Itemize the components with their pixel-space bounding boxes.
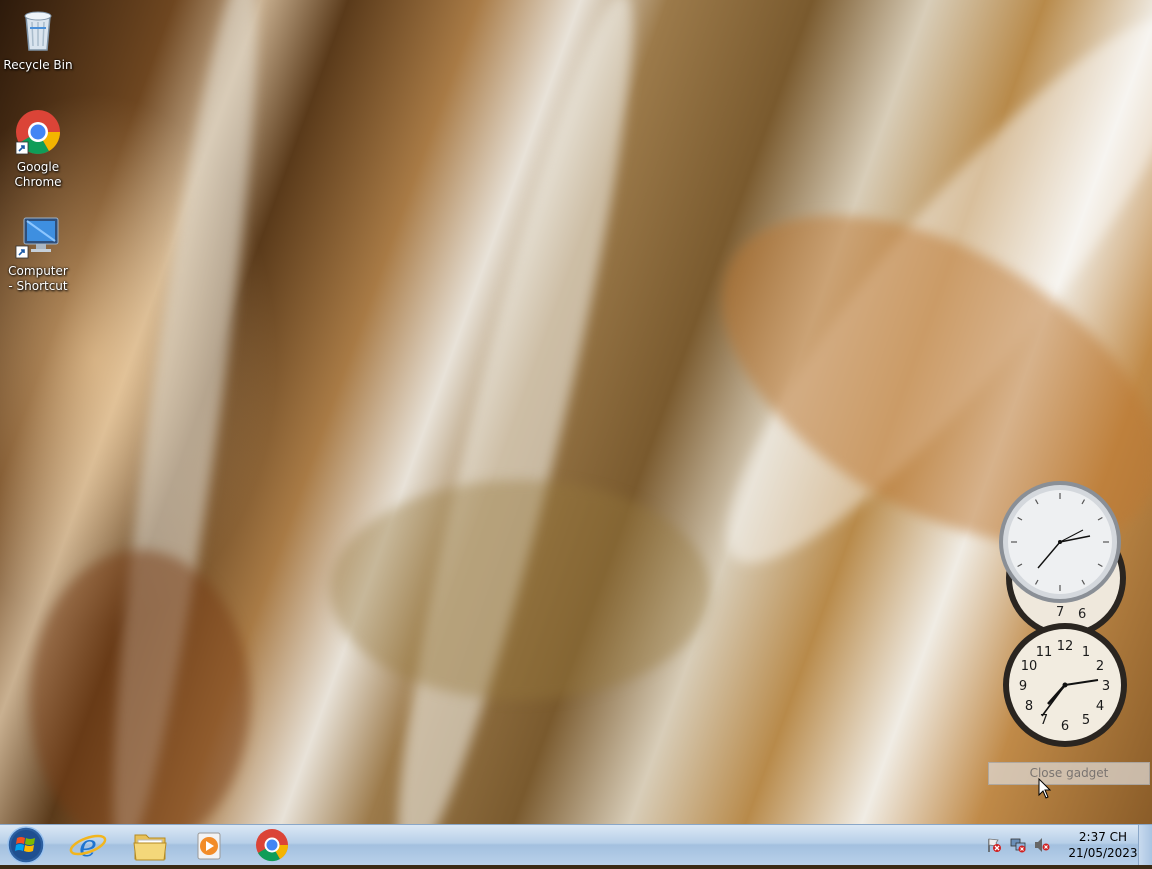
show-desktop-button[interactable] (1138, 825, 1152, 865)
computer-icon (14, 212, 62, 260)
desktop-icon-label: Recycle Bin (3, 58, 73, 72)
taskbar-windows-explorer[interactable] (126, 827, 174, 863)
clock-number: 5 (1082, 713, 1090, 728)
clock-number: 2 (1096, 659, 1104, 674)
clock-number: 6 (1061, 719, 1069, 734)
close-gadget-tooltip[interactable]: Close gadget (988, 762, 1150, 785)
clock-date: 21/05/2023 (1068, 846, 1138, 860)
action-center-flag-icon[interactable] (986, 837, 1002, 853)
clock-number: 1 (1082, 645, 1090, 660)
desktop-icon-google-chrome[interactable]: Google Chrome (0, 108, 76, 190)
taskbar-internet-explorer[interactable]: e (64, 827, 112, 864)
clock-number: 12 (1057, 639, 1074, 654)
desktop-icon-label: Google Chrome (14, 160, 62, 189)
analog-clock-icon (999, 481, 1121, 603)
recycle-bin-icon (14, 6, 62, 54)
taskbar-clock[interactable]: 2:37 CH 21/05/2023 (1068, 829, 1138, 861)
taskbar-media-player[interactable] (186, 827, 234, 863)
clock-number: 7 (1040, 713, 1048, 728)
clock-number: 4 (1096, 699, 1104, 714)
chrome-icon (256, 829, 289, 862)
start-button[interactable] (4, 825, 48, 865)
desktop-icon-label: Computer - Shortcut (8, 264, 68, 293)
chrome-icon (14, 108, 62, 156)
folder-icon (133, 834, 167, 861)
clock-number: 3 (1102, 679, 1110, 694)
analog-clock-icon: 12 1 2 3 4 5 6 7 8 9 10 11 (1003, 623, 1127, 747)
desktop-icon-computer-shortcut[interactable]: Computer - Shortcut (0, 212, 76, 294)
internet-explorer-icon: e (69, 829, 107, 864)
clock-number: 11 (1036, 645, 1053, 660)
mouse-cursor-icon (1038, 778, 1052, 799)
clock-gadget-top[interactable] (998, 480, 1122, 604)
clock-number: 6 (1078, 607, 1086, 622)
clock-time: 2:37 CH (1078, 830, 1128, 844)
desktop-icon-recycle-bin[interactable]: Recycle Bin (0, 6, 76, 73)
clock-gadget-bottom[interactable]: 12 1 2 3 4 5 6 7 8 9 10 11 (1002, 622, 1128, 748)
network-icon[interactable] (1010, 837, 1026, 853)
svg-text:e: e (79, 829, 97, 863)
clock-number: 9 (1019, 679, 1027, 694)
taskbar: e 2:37 CH 21/05/2023 (0, 824, 1152, 865)
clock-number: 7 (1056, 605, 1064, 620)
media-player-icon (197, 832, 221, 860)
clock-number: 10 (1021, 659, 1038, 674)
volume-muted-icon[interactable] (1034, 837, 1050, 853)
desktop-wallpaper (0, 0, 1152, 824)
clock-number: 8 (1025, 699, 1033, 714)
windows-start-icon (7, 826, 45, 864)
taskbar-google-chrome[interactable] (248, 827, 296, 863)
